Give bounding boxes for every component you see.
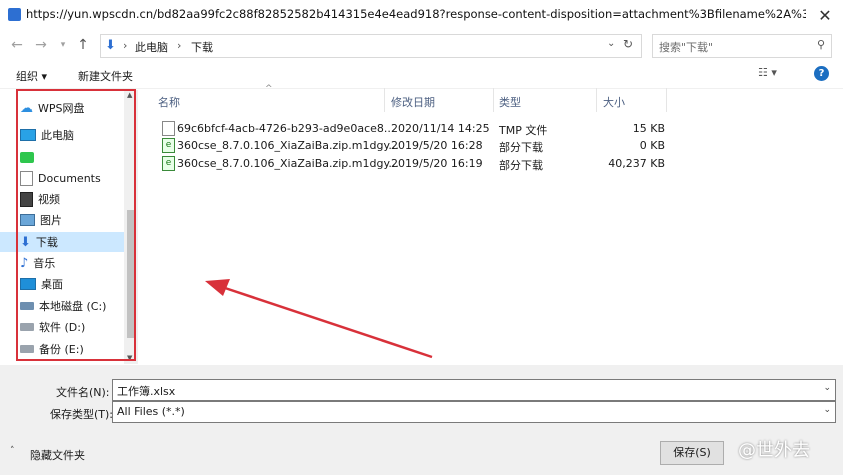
chevron-down-icon[interactable]: ⌄	[823, 383, 831, 393]
chevron-up-icon[interactable]: ˄	[10, 446, 15, 456]
column-header-date[interactable]: 修改日期	[391, 94, 435, 110]
file-row[interactable]: e 360cse_8.7.0.106_XiaZaiBa.zip.m1dgy...…	[155, 154, 665, 174]
filename-input[interactable]: 工作簿.xlsx ⌄	[112, 379, 836, 401]
filename-value: 工作簿.xlsx	[117, 385, 176, 398]
file-row[interactable]: e 360cse_8.7.0.106_XiaZaiBa.zip.m1dgy...…	[155, 136, 665, 156]
sort-arrow-icon: ^	[265, 84, 273, 94]
download-folder-icon: ⬇	[105, 38, 116, 53]
file-date: 2019/5/20 16:28	[391, 139, 483, 152]
partial-download-icon: e	[162, 156, 175, 171]
chevron-down-icon[interactable]: ⌄	[823, 405, 831, 415]
filetype-select[interactable]: All Files (*.*) ⌄	[112, 401, 836, 423]
column-divider[interactable]	[666, 88, 667, 112]
new-folder-button[interactable]: 新建文件夹	[78, 68, 133, 84]
search-icon: ⚲	[816, 38, 825, 51]
window-title: https://yun.wpscdn.cn/bd82aa99fc2c88f828…	[26, 7, 806, 21]
help-icon[interactable]: ?	[814, 66, 829, 81]
filetype-label: 保存类型(T):	[50, 408, 114, 421]
search-placeholder: 搜索"下载"	[659, 41, 714, 54]
hide-folders-button[interactable]: 隐藏文件夹	[30, 447, 85, 463]
breadcrumb-downloads[interactable]: 下载	[191, 39, 213, 55]
column-header-type[interactable]: 类型	[499, 94, 521, 110]
column-header-name[interactable]: 名称	[158, 94, 180, 110]
address-bar[interactable]: ⬇ › 此电脑 › 下载 ⌄ ↻	[100, 34, 642, 58]
file-size: 15 KB	[632, 122, 665, 135]
file-name: 360cse_8.7.0.106_XiaZaiBa.zip.m1dgy...	[177, 139, 399, 152]
address-dropdown-icon[interactable]: ⌄	[607, 38, 615, 49]
column-divider[interactable]	[596, 88, 597, 112]
column-divider[interactable]	[493, 88, 494, 112]
file-date: 2020/11/14 14:25	[391, 122, 490, 135]
close-button[interactable]: ✕	[807, 0, 843, 30]
title-bar: https://yun.wpscdn.cn/bd82aa99fc2c88f828…	[0, 0, 843, 30]
recent-dropdown-button[interactable]: ▾	[54, 36, 72, 54]
back-button[interactable]: ←	[8, 36, 26, 54]
column-divider[interactable]	[384, 88, 385, 112]
column-header-size[interactable]: 大小	[603, 94, 625, 110]
filename-label: 文件名(N):	[56, 386, 110, 399]
file-size: 0 KB	[639, 139, 665, 152]
file-date: 2019/5/20 16:19	[391, 157, 483, 170]
breadcrumb-sep-icon: ›	[123, 39, 128, 52]
tmp-file-icon	[162, 121, 175, 136]
file-name: 69c6bfcf-4acb-4726-b293-ad9e0ace8...	[177, 122, 395, 135]
search-input[interactable]: 搜索"下载" ⚲	[652, 34, 832, 58]
command-toolbar: 组织 ▾ 新建文件夹 ☷ ▾ ?	[0, 62, 843, 89]
watermark-text: @世外去	[738, 440, 810, 461]
file-type: 部分下载	[499, 159, 543, 172]
filetype-value: All Files (*.*)	[117, 405, 185, 418]
refresh-icon[interactable]: ↻	[623, 37, 633, 51]
save-button[interactable]: 保存(S)	[660, 441, 724, 465]
forward-button[interactable]: →	[32, 36, 50, 54]
organize-button[interactable]: 组织 ▾	[16, 68, 47, 84]
file-size: 40,237 KB	[608, 157, 665, 170]
view-options-icon[interactable]: ☷ ▾	[758, 66, 777, 79]
app-icon	[8, 8, 21, 21]
breadcrumb-sep-icon: ›	[177, 39, 182, 52]
breadcrumb-this-pc[interactable]: 此电脑	[135, 39, 168, 55]
up-button[interactable]: ↑	[74, 36, 92, 54]
file-name: 360cse_8.7.0.106_XiaZaiBa.zip.m1dgy...	[177, 157, 399, 170]
navigation-bar: ← → ▾ ↑ ⬇ › 此电脑 › 下载 ⌄ ↻ 搜索"下载" ⚲	[0, 30, 843, 60]
file-type: 部分下载	[499, 141, 543, 154]
partial-download-icon: e	[162, 138, 175, 153]
annotation-highlight-box	[16, 89, 136, 361]
